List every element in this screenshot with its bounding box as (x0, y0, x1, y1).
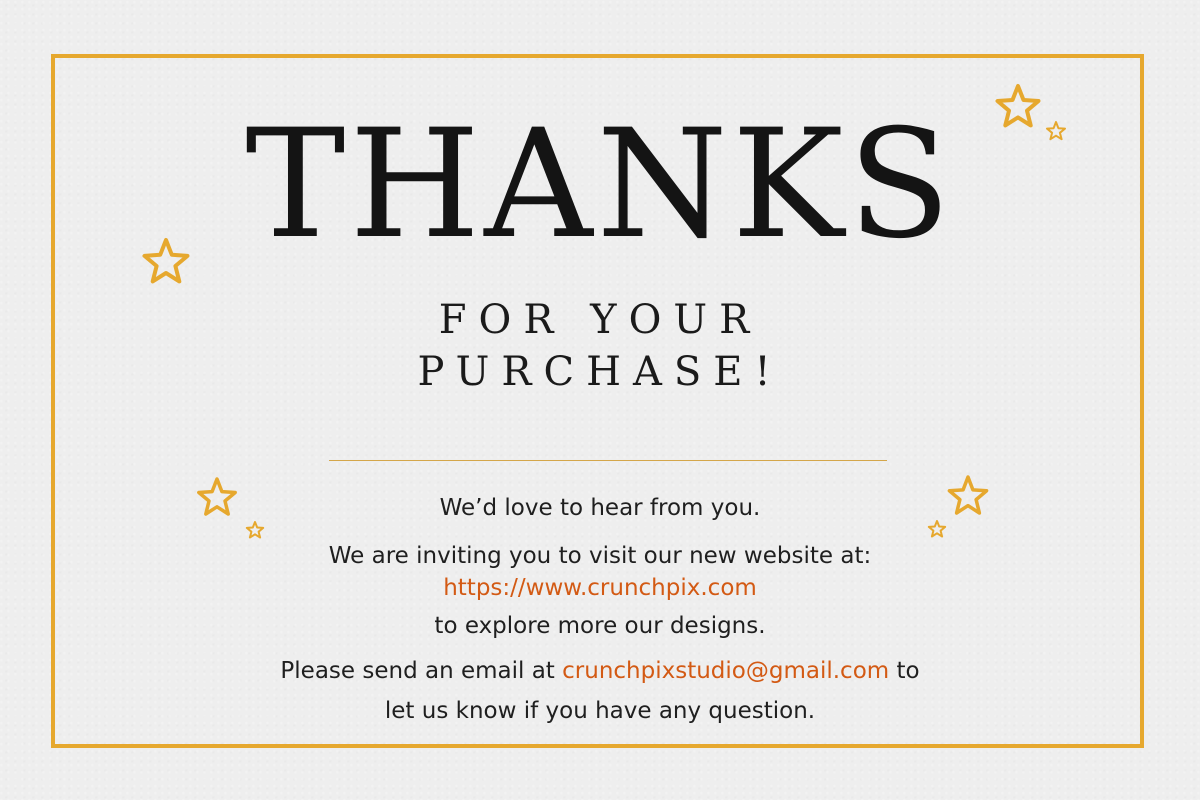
explore-text: to explore more our designs. (434, 613, 766, 639)
hear-from-you-text: We’d love to hear from you. (439, 495, 761, 521)
website-line: https://www.crunchpix.com (0, 571, 1200, 605)
star-icon (140, 237, 192, 285)
divider-line (329, 460, 887, 461)
email-line: Please send an email at crunchpixstudio@… (0, 654, 1200, 688)
star-icon (926, 519, 948, 539)
invite-text: We are inviting you to visit our new web… (328, 543, 872, 569)
star-icon (244, 520, 266, 540)
subtitle-line-2: PURCHASE! (417, 349, 783, 395)
star-icon (195, 477, 239, 517)
star-icon (991, 84, 1045, 130)
website-link[interactable]: https://www.crunchpix.com (443, 575, 757, 601)
subtitle-line-1: FOR YOUR (438, 297, 762, 343)
star-icon (946, 475, 990, 517)
question-text: let us know if you have any question. (384, 698, 816, 724)
email-prefix-text: Please send an email at (280, 658, 563, 684)
email-link[interactable]: crunchpixstudio@gmail.com (562, 658, 889, 684)
email-suffix-text: to (889, 658, 920, 684)
star-icon (1044, 120, 1068, 142)
